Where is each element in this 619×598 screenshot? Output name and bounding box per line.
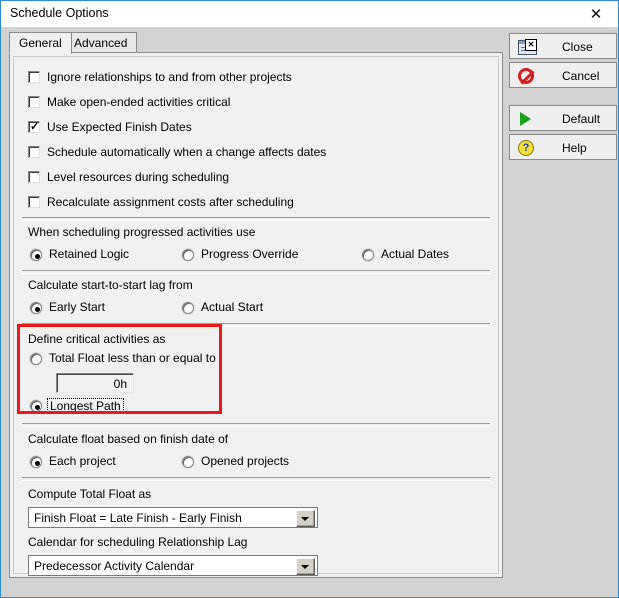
calendar-relationship-lag-dropdown[interactable]: Predecessor Activity Calendar [28,555,318,576]
close-icon[interactable]: ✕ [574,1,618,26]
radio-progress-override[interactable] [182,249,194,261]
group-label-total-float: Compute Total Float as [28,487,152,501]
radio-early-start-label: Early Start [49,300,106,314]
radio-retained-logic-label: Retained Logic [49,247,130,261]
checkbox-open-ended-critical[interactable] [28,96,40,108]
title-bar: Schedule Options ✕ [1,1,618,27]
divider-4 [22,423,490,427]
window-close-icon: ✕ [518,38,537,56]
default-button[interactable]: Default [509,105,617,131]
checkbox-ignore-relationships[interactable] [28,71,40,83]
general-tab-panel: Ignore relationships to and from other p… [9,52,503,578]
schedule-options-dialog: Schedule Options ✕ General Advanced Igno… [0,0,619,598]
group-label-calendar: Calendar for scheduling Relationship Lag [28,535,248,549]
radio-early-start[interactable] [30,302,42,314]
group-label-lag: Calculate start-to-start lag from [28,278,193,292]
compute-total-float-value: Finish Float = Late Finish - Early Finis… [34,511,242,525]
radio-dot [34,253,40,259]
tab-general-label: General [19,36,62,50]
checkmark-icon: ✓ [30,121,40,133]
checkbox-ignore-relationships-label: Ignore relationships to and from other p… [47,70,292,84]
checkbox-expected-finish-dates[interactable]: ✓ [28,121,40,133]
checkbox-expected-finish-dates-label: Use Expected Finish Dates [47,120,192,134]
radio-opened-projects[interactable] [182,456,194,468]
checkbox-recalculate-costs[interactable] [28,196,40,208]
calendar-relationship-lag-value: Predecessor Activity Calendar [34,559,195,573]
radio-progress-override-label: Progress Override [201,247,299,261]
radio-actual-start-label: Actual Start [201,300,264,314]
critical-activities-highlight [17,324,222,414]
cancel-button[interactable]: Cancel [509,62,617,88]
tab-general[interactable]: General [9,32,72,54]
radio-dot [34,306,40,312]
tab-advanced-label: Advanced [74,36,128,50]
play-triangle-icon [518,110,536,128]
tab-strip: General Advanced [9,32,503,54]
panel-inner: Ignore relationships to and from other p… [13,56,499,576]
chevron-down-icon[interactable] [296,510,315,527]
group-label-float-basis: Calculate float based on finish date of [28,432,229,446]
group-label-progressed: When scheduling progressed activities us… [28,225,256,239]
radio-retained-logic[interactable] [30,249,42,261]
help-button[interactable]: ? Help [509,134,617,160]
checkbox-recalculate-costs-label: Recalculate assignment costs after sched… [47,195,294,209]
radio-actual-dates[interactable] [362,249,374,261]
default-button-label: Default [562,112,601,126]
divider-5 [22,477,490,481]
radio-each-project[interactable] [30,456,42,468]
radio-each-project-label: Each project [49,454,116,468]
window-title: Schedule Options [10,6,109,20]
radio-actual-start[interactable] [182,302,194,314]
divider-2 [22,270,490,274]
help-button-label: Help [562,141,587,155]
checkbox-schedule-automatically[interactable] [28,146,40,158]
radio-dot [34,460,40,466]
tab-advanced[interactable]: Advanced [64,32,138,53]
checkbox-level-resources[interactable] [28,171,40,183]
divider-1 [22,217,490,221]
checkbox-level-resources-label: Level resources during scheduling [47,170,230,184]
checkbox-open-ended-critical-label: Make open-ended activities critical [47,95,231,109]
close-button-label: Close [562,40,593,54]
radio-opened-projects-label: Opened projects [201,454,290,468]
prohibition-icon [518,67,536,85]
checkbox-schedule-automatically-label: Schedule automatically when a change aff… [47,145,327,159]
close-button[interactable]: ✕ Close [509,33,617,59]
chevron-down-icon[interactable] [296,558,315,575]
compute-total-float-dropdown[interactable]: Finish Float = Late Finish - Early Finis… [28,507,318,528]
radio-actual-dates-label: Actual Dates [381,247,450,261]
cancel-button-label: Cancel [562,69,600,83]
question-mark-icon: ? [518,139,536,157]
